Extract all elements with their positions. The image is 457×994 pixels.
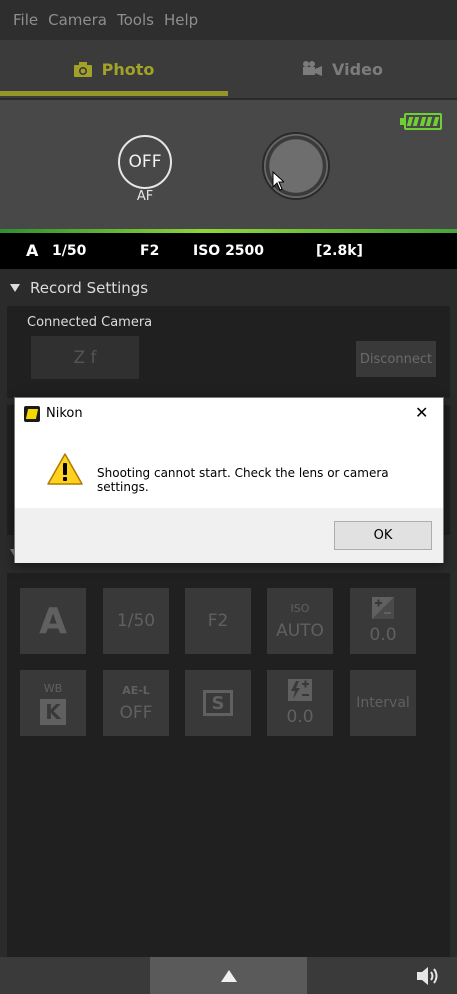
- tile-exposure-mode[interactable]: A: [20, 588, 86, 654]
- tile-iso-value: AUTO: [276, 620, 324, 641]
- shooting-settings-panel: A 1/50 F2 ISO AUTO 0.0 WB K AE-L OFF S 0…: [7, 573, 450, 957]
- status-aperture: F2: [140, 243, 160, 259]
- status-shutter: 1/50: [52, 243, 87, 259]
- menu-help[interactable]: Help: [164, 11, 198, 29]
- tile-ael-value: OFF: [119, 702, 153, 723]
- exposure-compensation-icon: [372, 597, 394, 623]
- error-dialog: Nikon ✕ Shooting cannot start. Check the…: [14, 397, 444, 563]
- disconnect-button[interactable]: Disconnect: [356, 341, 436, 377]
- flash-compensation-icon: [288, 679, 312, 705]
- status-iso: ISO 2500: [193, 243, 265, 259]
- menu-tools[interactable]: Tools: [117, 11, 154, 29]
- tile-exposure-comp-value: 0.0: [369, 625, 397, 645]
- nikon-logo-icon: [24, 406, 40, 422]
- menu-camera[interactable]: Camera: [48, 11, 107, 29]
- tile-aperture-value: F2: [207, 611, 229, 631]
- dialog-title: Nikon: [46, 406, 83, 421]
- video-camera-icon: [302, 61, 323, 77]
- connected-camera-label: Connected Camera: [27, 315, 153, 330]
- silent-mode-icon: S: [203, 690, 233, 716]
- tile-iso[interactable]: ISO AUTO: [267, 588, 333, 654]
- status-mode: A: [26, 241, 39, 260]
- active-tab-indicator: [0, 91, 228, 96]
- tile-interval-label: Interval: [356, 695, 410, 711]
- tab-video-label: Video: [332, 59, 383, 79]
- tile-ael-label: AE-L: [122, 683, 150, 697]
- record-settings-title: Record Settings: [30, 279, 149, 297]
- tab-video[interactable]: Video: [228, 40, 457, 98]
- mode-tabs: Photo Video: [0, 40, 457, 98]
- dialog-titlebar: Nikon ✕: [15, 398, 443, 429]
- bottom-bar: [0, 957, 457, 994]
- battery-icon: [404, 113, 442, 130]
- mouse-cursor-icon: [272, 170, 286, 195]
- tile-silent-mode[interactable]: S: [185, 670, 251, 736]
- camera-control-area: OFF AF: [0, 100, 457, 231]
- tile-aperture[interactable]: F2: [185, 588, 251, 654]
- tile-interval[interactable]: Interval: [350, 670, 416, 736]
- menu-bar: File Camera Tools Help: [0, 0, 457, 40]
- tile-exposure-compensation[interactable]: 0.0: [350, 588, 416, 654]
- tile-shutter-value: 1/50: [116, 611, 156, 631]
- ok-button[interactable]: OK: [334, 521, 432, 550]
- tile-ae-lock[interactable]: AE-L OFF: [103, 670, 169, 736]
- collapse-triangle-icon: [10, 284, 20, 292]
- expand-panel-button[interactable]: [150, 957, 307, 994]
- tab-photo[interactable]: Photo: [0, 40, 228, 98]
- tile-flash-compensation[interactable]: 0.0: [267, 670, 333, 736]
- warning-icon: [47, 453, 83, 489]
- tile-mode-value: A: [39, 600, 67, 642]
- dialog-message: Shooting cannot start. Check the lens or…: [97, 466, 389, 494]
- tile-flash-comp-value: 0.0: [286, 707, 314, 727]
- record-settings-header[interactable]: Record Settings: [10, 279, 148, 297]
- menu-file[interactable]: File: [13, 11, 38, 29]
- close-icon[interactable]: ✕: [415, 405, 428, 421]
- speaker-icon[interactable]: [415, 965, 441, 991]
- tile-wb-label: WB: [43, 681, 63, 695]
- af-toggle-button[interactable]: OFF: [118, 135, 172, 189]
- triangle-up-icon: [220, 969, 237, 982]
- af-label: AF: [136, 189, 154, 204]
- dialog-footer: OK: [15, 508, 443, 563]
- wb-kelvin-icon: K: [40, 698, 66, 725]
- camera-icon: [73, 61, 92, 77]
- tile-shutter-speed[interactable]: 1/50: [103, 588, 169, 654]
- tile-iso-label: ISO: [290, 601, 310, 615]
- tab-photo-label: Photo: [101, 59, 155, 79]
- status-remaining-shots: [2.8k]: [316, 243, 363, 259]
- connected-camera-panel: Connected Camera Z f Disconnect: [7, 306, 450, 398]
- exposure-status-bar: A 1/50 F2 ISO 2500 [2.8k]: [0, 233, 457, 269]
- camera-model-display: Z f: [31, 336, 139, 379]
- tile-white-balance[interactable]: WB K: [20, 670, 86, 736]
